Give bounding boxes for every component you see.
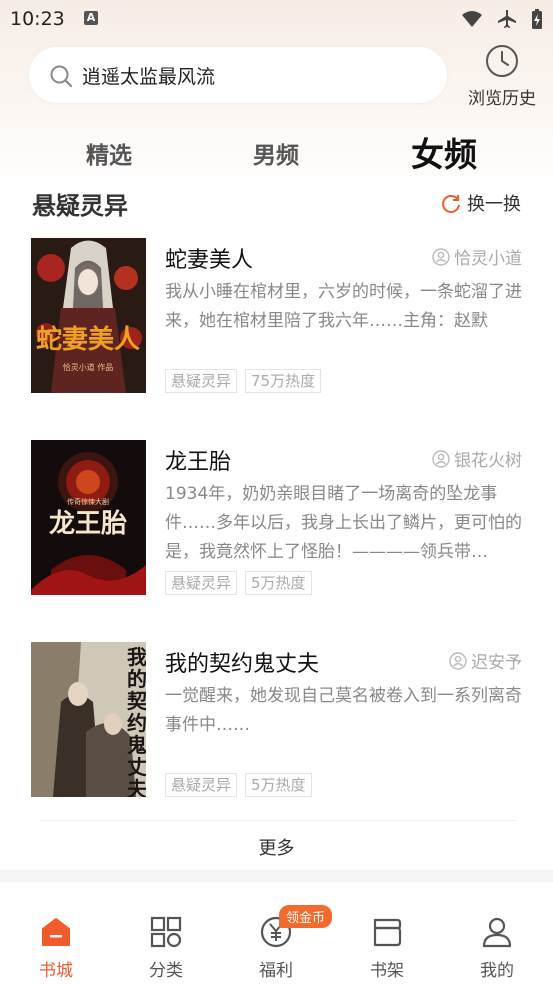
battery-icon: [532, 9, 542, 29]
bookshelf-icon: [373, 918, 402, 947]
wifi-icon: [462, 11, 482, 27]
svg-text:契: 契: [126, 689, 146, 713]
status-bar: 10:23 A: [0, 0, 553, 38]
book-title[interactable]: 龙王胎: [165, 444, 231, 476]
nav-label: 我的: [480, 961, 514, 981]
nav-label: 分类: [149, 961, 183, 981]
tab-male[interactable]: 男频: [253, 136, 299, 170]
section-title: 悬疑灵异: [32, 191, 128, 220]
search-bar[interactable]: 逍遥太监最风流: [29, 47, 447, 103]
nav-label: 书城: [39, 961, 73, 981]
book-item[interactable]: 龙王胎 传奇惊悚大剧 龙王胎 银花火树 1934年，奶奶亲眼目睹了一场离奇的坠龙…: [0, 440, 553, 600]
cover-title-text: 龙王胎: [49, 508, 127, 539]
search-icon: [50, 65, 73, 88]
book-item[interactable]: 我的契约鬼丈夫 我的契约鬼丈夫 迟安予 一觉醒来，她发现自己莫名被卷入到一系列离…: [0, 642, 553, 802]
book-tag-category: 悬疑灵异: [165, 571, 238, 595]
book-cover[interactable]: 龙王胎 传奇惊悚大剧: [31, 440, 146, 595]
svg-text:的: 的: [127, 667, 146, 691]
cover-title-text: 我的契约鬼丈夫: [126, 645, 146, 797]
cover-title-text: 蛇妻美人: [36, 324, 140, 355]
svg-text:约: 约: [127, 711, 146, 735]
book-description: 1934年，奶奶亲眼目睹了一场离奇的坠龙事件……多年以后，我身上长出了鳞片，更可…: [165, 484, 522, 562]
author-name: 银花火树: [454, 451, 522, 471]
book-description: 一觉醒来，她发现自己莫名被卷入到一系列离奇事件中……: [165, 686, 522, 735]
author-icon: [432, 247, 450, 266]
book-author: 银花火树: [432, 446, 522, 471]
grid-icon: [150, 916, 182, 948]
book-cover[interactable]: 蛇妻美人 恰灵小道 作品: [31, 238, 146, 393]
clock-icon: [486, 45, 518, 77]
refresh-icon: [442, 195, 460, 213]
book-item[interactable]: 蛇妻美人 恰灵小道 作品 蛇妻美人 恰灵小道 我从小睡在棺材里，六岁的时候，一条…: [0, 238, 553, 398]
author-icon: [449, 651, 467, 670]
user-icon: [482, 917, 512, 948]
tab-featured[interactable]: 精选: [86, 136, 132, 170]
book-tag-heat: 5万热度: [245, 773, 312, 797]
tab-female[interactable]: 女频: [411, 128, 477, 176]
home-icon: [42, 918, 70, 946]
refresh-label: 换一换: [467, 194, 521, 215]
notification-icon: A: [84, 11, 98, 25]
search-input[interactable]: 逍遥太监最风流: [82, 62, 215, 89]
book-author: 恰灵小道: [432, 244, 522, 269]
cover-subtitle-text: 传奇惊悚大剧: [67, 497, 109, 506]
book-title[interactable]: 我的契约鬼丈夫: [165, 646, 319, 678]
divider: [40, 820, 516, 821]
author-name: 恰灵小道: [454, 249, 522, 269]
airplane-icon: [498, 10, 516, 28]
book-title[interactable]: 蛇妻美人: [165, 242, 253, 274]
book-tag-category: 悬疑灵异: [165, 369, 238, 393]
nav-bookshelf[interactable]: 书架: [357, 916, 417, 981]
author-name: 迟安予: [471, 653, 522, 673]
svg-text:丈: 丈: [127, 755, 146, 779]
bottom-nav: 书城 分类 福利 书架 我的: [0, 882, 553, 984]
history-button[interactable]: 浏览历史: [462, 44, 542, 109]
nav-category[interactable]: 分类: [136, 916, 196, 981]
cover-author-text: 恰灵小道 作品: [63, 362, 114, 372]
book-author: 迟安予: [449, 648, 522, 673]
svg-text:鬼: 鬼: [127, 733, 146, 757]
svg-text:夫: 夫: [127, 777, 146, 797]
book-description: 我从小睡在棺材里，六岁的时候，一条蛇溜了进来，她在棺材里陪了我六年……主角：赵默: [165, 282, 522, 331]
nav-bookstore[interactable]: 书城: [26, 916, 86, 981]
refresh-button[interactable]: 换一换: [440, 190, 521, 216]
history-label: 浏览历史: [468, 89, 536, 109]
section-separator: [0, 870, 553, 882]
book-tag-category: 悬疑灵异: [165, 773, 238, 797]
nav-label: 福利: [259, 961, 293, 981]
channel-tabs: 精选 男频 女频: [0, 128, 553, 178]
nav-label: 书架: [370, 961, 404, 981]
author-icon: [432, 449, 450, 468]
nav-profile[interactable]: 我的: [467, 916, 527, 981]
book-tag-heat: 5万热度: [245, 571, 312, 595]
coin-badge[interactable]: 领金币: [279, 905, 333, 928]
svg-text:我: 我: [127, 645, 146, 669]
status-time: 10:23: [10, 8, 65, 30]
more-button[interactable]: 更多: [0, 834, 553, 860]
book-tag-heat: 75万热度: [245, 369, 322, 393]
book-cover[interactable]: 我的契约鬼丈夫: [31, 642, 146, 797]
